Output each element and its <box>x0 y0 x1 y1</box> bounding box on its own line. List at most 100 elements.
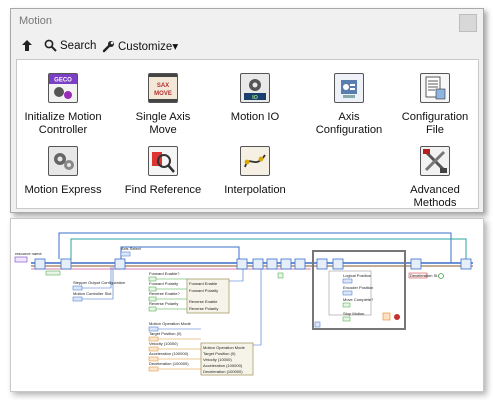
axis-select-label: Axis Select <box>121 246 142 251</box>
forward-enable-node-label: Forward Enable <box>189 281 218 286</box>
item-label: Configuration File <box>401 111 469 136</box>
deceleration-node-label: Deceleration (100000) <box>203 369 243 374</box>
configuration-file-icon <box>420 73 450 103</box>
vi-node-1[interactable] <box>34 258 46 270</box>
resource-name-constant <box>14 256 28 263</box>
single-axis-move-icon: SAX MOVE <box>148 73 178 103</box>
vi-node-10[interactable] <box>460 258 472 270</box>
svg-text:IO: IO <box>252 95 259 101</box>
stop-motion-label: Stop Motion <box>343 311 364 316</box>
interpolation-icon <box>240 146 270 176</box>
advanced-methods-icon <box>420 146 450 176</box>
stepper-output-control <box>72 285 83 291</box>
geco-init-icon: GECO <box>48 73 78 103</box>
loop-iteration-terminal <box>314 321 321 328</box>
deceleration-control <box>148 366 159 372</box>
encoder-position-label: Encoder Position <box>343 285 373 290</box>
target-position-node-label: Target Position (0) <box>203 351 236 356</box>
motion-palette-window: Motion Search Customize▾ GECO Initialize… <box>10 8 484 213</box>
search-icon <box>44 39 57 52</box>
palette-toolbar: Search Customize▾ <box>11 36 483 58</box>
item-label: Axis Configuration <box>315 111 383 136</box>
resource-name-label: resource name <box>15 251 42 256</box>
motion-operation-mode-node-label: Motion Operation Mode <box>203 345 246 350</box>
up-arrow-button[interactable] <box>21 39 33 52</box>
motion-io-icon: IO <box>240 73 270 103</box>
loop-stop-terminal[interactable] <box>394 314 400 320</box>
reverse-polarity-control <box>148 306 157 312</box>
loop-vi-node-2[interactable] <box>332 258 344 270</box>
vi-node-4[interactable] <box>236 258 248 270</box>
vi-node-7[interactable] <box>280 258 292 270</box>
vi-node-3[interactable] <box>114 258 126 270</box>
reverse-enable-q-label: Reverse Enable? <box>149 291 180 296</box>
forward-polarity-node-label: Forward Polarity <box>189 288 218 293</box>
reverse-polarity-label: Reverse Polarity <box>149 301 178 306</box>
stepper-constant <box>45 270 61 276</box>
item-label: Advanced Methods <box>410 184 460 209</box>
svg-text:SAX: SAX <box>157 83 169 89</box>
or-node <box>382 312 391 321</box>
palette-item-motion-express[interactable]: Motion Express <box>9 146 117 197</box>
search-label: Search <box>60 39 97 52</box>
palette-item-motion-io[interactable]: IO Motion IO <box>201 73 309 124</box>
item-label: Find Reference <box>124 184 202 196</box>
stop-motion-control <box>342 316 351 322</box>
motion-operation-mode-label: Motion Operation Mode <box>149 321 192 326</box>
velocity-node-label: Velocity (10000) <box>203 357 232 362</box>
title-bar: Motion <box>11 9 483 33</box>
error-wire-top <box>58 232 452 263</box>
deceleration-stop-label: Deceleration St <box>410 273 438 278</box>
reverse-enable-node-label: Reverse Enable <box>189 299 218 304</box>
item-label: Motion Express <box>24 184 102 196</box>
loop-vi-node-1[interactable] <box>316 258 328 270</box>
axis-select-control <box>120 251 131 257</box>
move-complete-indicator <box>342 302 351 308</box>
deceleration-label: Deceleration (100000) <box>149 361 189 366</box>
customize-label: Customize▾ <box>118 41 179 53</box>
close-button[interactable] <box>459 14 477 32</box>
acceleration-label: Acceleration (100000) <box>149 351 189 356</box>
vi-node-9[interactable] <box>410 258 422 270</box>
item-label: Single Axis Move <box>135 111 191 136</box>
block-diagram: resource name Axis Select Stepper Output… <box>10 218 484 392</box>
forward-enable-q-label: Forward Enable? <box>149 271 180 276</box>
palette-item-advanced-methods[interactable]: Advanced Methods <box>381 146 489 210</box>
vi-node-2[interactable] <box>60 258 72 270</box>
logical-position-label: Logical Position <box>343 273 371 278</box>
status-indicator <box>438 273 444 279</box>
palette-title: Motion <box>19 15 53 27</box>
block-diagram-canvas: resource name Axis Select Stepper Output… <box>14 232 473 376</box>
encoder-position-indicator <box>342 290 353 296</box>
motion-controller-slot-control <box>72 296 83 302</box>
move-complete-label: Move Complete? <box>343 297 374 302</box>
stepper-output-label: Stepper Output Configuration <box>73 280 125 285</box>
acceleration-node-label: Acceleration (100000) <box>203 363 243 368</box>
palette-item-configuration-file[interactable]: Configuration File <box>381 73 489 137</box>
vi-node-6[interactable] <box>266 258 278 270</box>
svg-text:GECO: GECO <box>54 78 72 84</box>
motion-express-icon <box>48 146 78 176</box>
vi-node-5[interactable] <box>252 258 264 270</box>
reverse-polarity-node-label: Reverse Polarity <box>189 306 218 311</box>
target-position-label: Target Position (0) <box>149 331 182 336</box>
svg-text:MOVE: MOVE <box>154 91 172 97</box>
axis-configuration-icon <box>334 73 364 103</box>
find-reference-icon <box>148 146 178 176</box>
palette-item-interpolation[interactable]: Interpolation <box>201 146 309 197</box>
item-label: Interpolation <box>224 184 286 196</box>
velocity-label: Velocity (10000) <box>149 341 178 346</box>
palette-item-initialize-motion-controller[interactable]: GECO Initialize Motion Controller <box>9 73 117 137</box>
logical-position-indicator <box>342 278 353 284</box>
item-label: Motion IO <box>230 111 280 123</box>
motion-controller-slot-label: Motion Controller Slot <box>73 291 112 296</box>
palette-content: GECO Initialize Motion Controller SAX MO… <box>16 59 479 209</box>
forward-polarity-label: Forward Polarity <box>149 281 178 286</box>
small-constant <box>277 272 284 279</box>
vi-node-8[interactable] <box>294 258 306 270</box>
item-label: Initialize Motion Controller <box>24 111 102 136</box>
up-arrow-icon <box>22 40 32 51</box>
wrench-icon <box>102 40 114 52</box>
customize-button[interactable]: Customize▾ <box>102 39 178 53</box>
search-button[interactable]: Search <box>44 39 96 52</box>
